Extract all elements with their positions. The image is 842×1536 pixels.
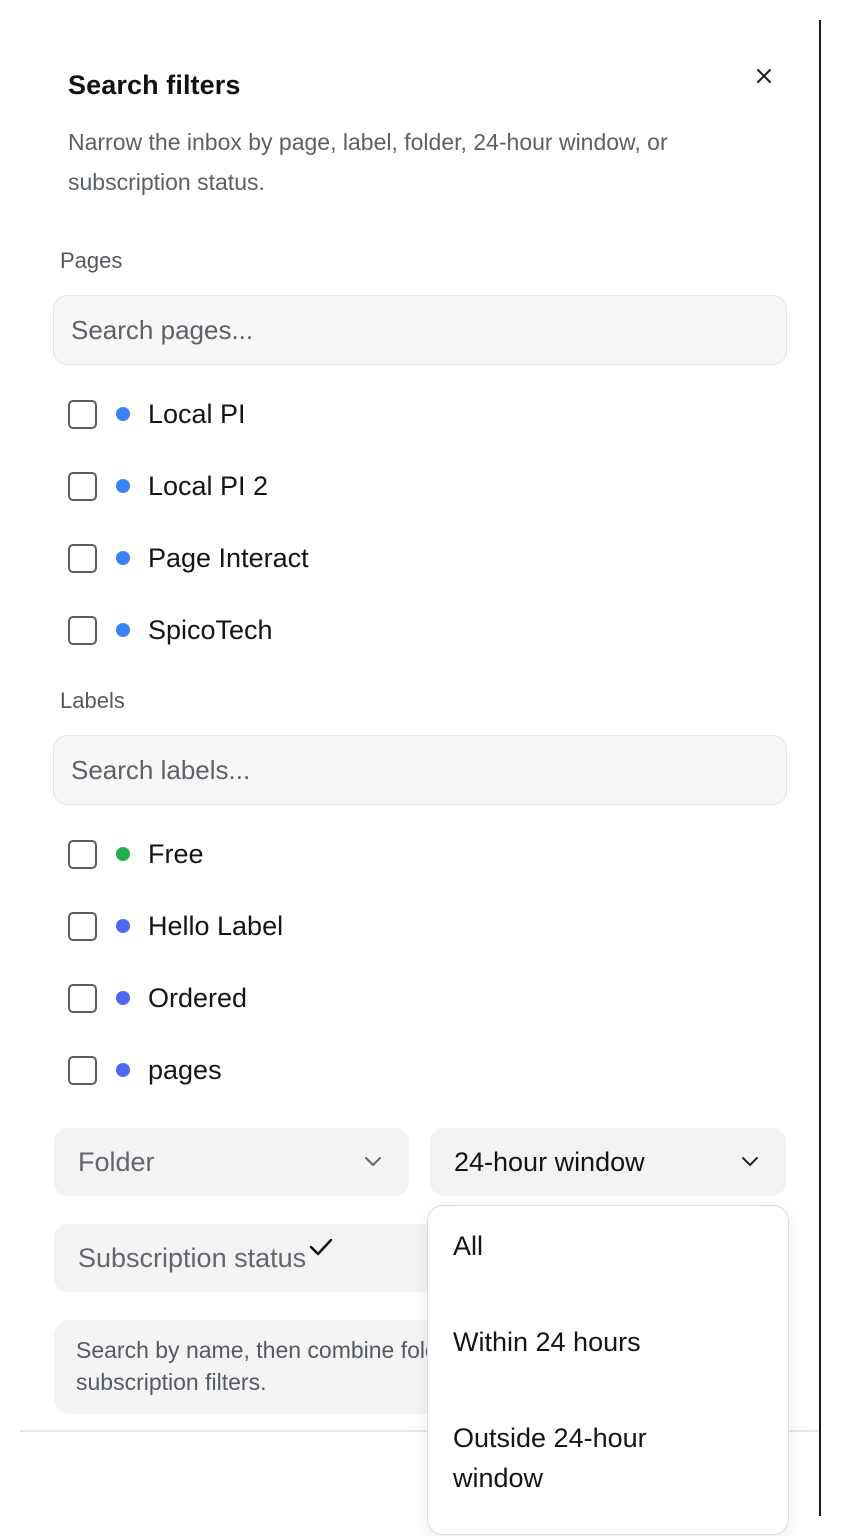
window-select-value: 24-hour window <box>454 1146 645 1177</box>
window-dropdown-menu: All Within 24 hours Outside 24-hour wind… <box>427 1205 789 1535</box>
checkbox[interactable] <box>68 615 97 645</box>
label-option-pages[interactable]: pages <box>68 1050 222 1090</box>
label-color-dot <box>116 919 130 933</box>
label-option-free[interactable]: Free <box>68 834 204 874</box>
panel-description: Narrow the inbox by page, label, folder,… <box>68 129 668 195</box>
chevron-down-icon <box>361 1150 385 1174</box>
checkbox[interactable] <box>68 839 97 869</box>
label-option-label: pages <box>148 1054 222 1085</box>
label-option-ordered[interactable]: Ordered <box>68 978 247 1018</box>
label-color-dot <box>116 847 130 861</box>
checkbox[interactable] <box>68 471 97 501</box>
label-option-label: Hello Label <box>148 910 284 941</box>
label-option-label: Free <box>148 838 204 869</box>
label-option-hello-label[interactable]: Hello Label <box>68 906 283 946</box>
close-icon <box>757 69 771 83</box>
page-option-page-interact[interactable]: Page Interact <box>68 538 309 578</box>
label-color-dot <box>116 1063 130 1077</box>
page-option-local-pi[interactable]: Local PI <box>68 394 246 434</box>
checkbox[interactable] <box>68 399 97 429</box>
page-option-label: Local PI 2 <box>148 470 269 501</box>
dropdown-option-all[interactable]: All <box>428 1226 788 1266</box>
checkbox[interactable] <box>68 543 97 573</box>
checkbox[interactable] <box>68 1055 97 1085</box>
page-option-local-pi-2[interactable]: Local PI 2 <box>68 466 268 506</box>
chevron-down-icon <box>738 1150 762 1174</box>
page-option-label: Local PI <box>148 398 246 429</box>
label-color-dot <box>116 991 130 1005</box>
page-color-dot <box>116 479 130 493</box>
dropdown-option-outside-24-hour-window[interactable]: Outside 24-hour window <box>428 1418 728 1498</box>
search-labels-input[interactable] <box>53 735 787 805</box>
page-color-dot <box>116 407 130 421</box>
page-color-dot <box>116 551 130 565</box>
dropdown-option-within-24-hours[interactable]: Within 24 hours <box>428 1322 788 1362</box>
folder-select-value: Folder <box>78 1146 155 1177</box>
folder-select[interactable]: Folder <box>54 1128 409 1196</box>
search-filters-panel: Search filters Narrow the inbox by page,… <box>0 0 842 1536</box>
page-option-label: Page Interact <box>148 542 309 573</box>
label-option-label: Ordered <box>148 982 248 1013</box>
panel-divider <box>819 20 821 1516</box>
page-option-spicotech[interactable]: SpicoTech <box>68 610 273 650</box>
window-select[interactable]: 24-hour window <box>430 1128 786 1196</box>
page-color-dot <box>116 623 130 637</box>
page-option-label: SpicoTech <box>148 614 273 645</box>
panel-title: Search filters <box>68 70 241 100</box>
close-button[interactable] <box>748 60 780 92</box>
pages-section-label: Pages <box>60 248 123 273</box>
check-icon <box>309 1238 333 1256</box>
labels-section-label: Labels <box>60 688 125 713</box>
checkbox[interactable] <box>68 983 97 1013</box>
search-pages-input[interactable] <box>53 295 787 365</box>
checkbox[interactable] <box>68 911 97 941</box>
